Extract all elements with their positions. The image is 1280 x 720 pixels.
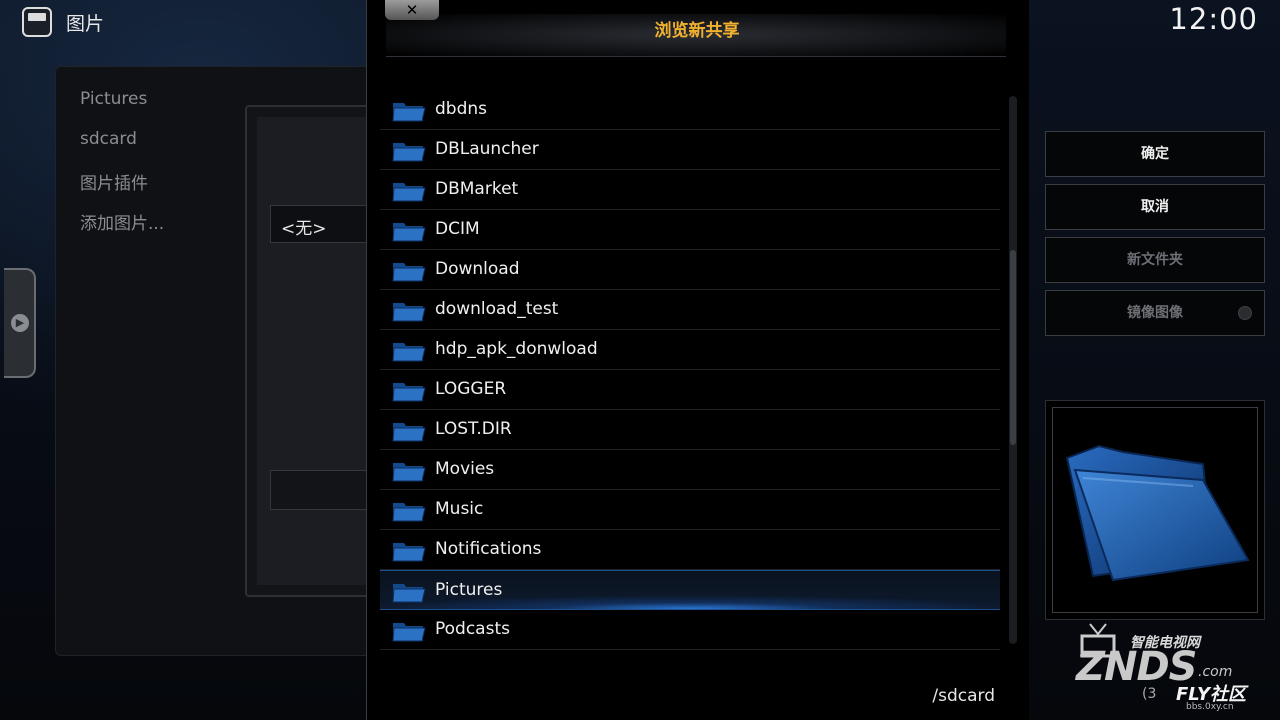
- folder-label: Download: [435, 259, 520, 279]
- arrow-right-icon[interactable]: ▶: [11, 314, 29, 332]
- folder-label: DCIM: [435, 219, 480, 239]
- folder-icon: [392, 460, 426, 482]
- folder-label: DBMarket: [435, 179, 519, 199]
- watermark-url-text: bbs.0xy.cn: [1186, 702, 1234, 712]
- folder-icon: [392, 220, 426, 242]
- dialog-title: 浏览新共享: [654, 21, 740, 41]
- mirror-image-toggle[interactable]: 镜像图像: [1045, 290, 1265, 336]
- folder-label: dbdns: [435, 99, 488, 119]
- folder-icon: [392, 620, 426, 642]
- folder-label: download_test: [435, 299, 559, 319]
- source-item-plugins[interactable]: 图片插件: [80, 169, 148, 194]
- folder-label: DBLauncher: [435, 139, 539, 159]
- watermark-paren-text: (3: [1142, 686, 1157, 702]
- folder-row[interactable]: LOST.DIR: [380, 410, 1000, 450]
- folder-label: Movies: [435, 459, 495, 479]
- folder-icon: [392, 380, 426, 402]
- folder-icon: [392, 581, 426, 603]
- folder-label: Podcasts: [435, 619, 510, 639]
- source-item-add[interactable]: 添加图片...: [80, 209, 164, 234]
- source-name-field[interactable]: [270, 470, 380, 510]
- folder-icon: [392, 300, 426, 322]
- new-folder-button[interactable]: 新文件夹: [1045, 237, 1265, 283]
- source-item-sdcard[interactable]: sdcard: [80, 129, 137, 149]
- folder-label: Notifications: [435, 539, 542, 559]
- folder-row[interactable]: Notifications: [380, 530, 1000, 570]
- clock: 12:00: [1169, 2, 1258, 36]
- cancel-button[interactable]: 取消: [1045, 184, 1265, 230]
- folder-row[interactable]: download_test: [380, 290, 1000, 330]
- folder-icon: [392, 340, 426, 362]
- source-path-field[interactable]: <无>: [270, 205, 380, 243]
- folder-row[interactable]: Pictures: [380, 570, 1000, 610]
- ok-button[interactable]: 确定: [1045, 131, 1265, 177]
- large-folder-icon: [1065, 444, 1250, 582]
- folder-row[interactable]: DBMarket: [380, 170, 1000, 210]
- folder-label: LOGGER: [435, 379, 507, 399]
- folder-row[interactable]: hdp_apk_donwload: [380, 330, 1000, 370]
- znds-watermark: 智能电视网 ZNDS .com (3 FLY社区 bbs.0xy.cn: [1068, 622, 1278, 718]
- folder-icon: [392, 140, 426, 162]
- folder-row[interactable]: DBLauncher: [380, 130, 1000, 170]
- folder-row[interactable]: Download: [380, 250, 1000, 290]
- folder-row[interactable]: dbdns: [380, 90, 1000, 130]
- folder-row[interactable]: Movies: [380, 450, 1000, 490]
- folder-icon: [392, 100, 426, 122]
- folder-icon: [392, 420, 426, 442]
- folder-label: hdp_apk_donwload: [435, 339, 598, 359]
- folder-row[interactable]: Music: [380, 490, 1000, 530]
- folder-row[interactable]: DCIM: [380, 210, 1000, 250]
- folder-label: Pictures: [435, 580, 503, 600]
- app-menu-icon[interactable]: [22, 7, 52, 37]
- toggle-icon[interactable]: [1238, 306, 1252, 320]
- folder-icon: [392, 540, 426, 562]
- folder-icon: [392, 260, 426, 282]
- mirror-image-label: 镜像图像: [1127, 305, 1183, 321]
- close-icon[interactable]: ✕: [385, 0, 439, 20]
- scrollbar-thumb[interactable]: [1010, 250, 1016, 445]
- folder-icon: [392, 180, 426, 202]
- folder-row[interactable]: Podcasts: [380, 610, 1000, 650]
- current-path: /sdcard: [932, 686, 995, 706]
- app-title: 图片: [66, 13, 105, 35]
- folder-label: LOST.DIR: [435, 419, 512, 439]
- folder-row[interactable]: LOGGER: [380, 370, 1000, 410]
- source-item-pictures[interactable]: Pictures: [80, 89, 147, 109]
- folder-preview: [1045, 400, 1265, 620]
- folder-icon: [392, 500, 426, 522]
- watermark-com-text: .com: [1198, 664, 1233, 680]
- folder-label: Music: [435, 499, 484, 519]
